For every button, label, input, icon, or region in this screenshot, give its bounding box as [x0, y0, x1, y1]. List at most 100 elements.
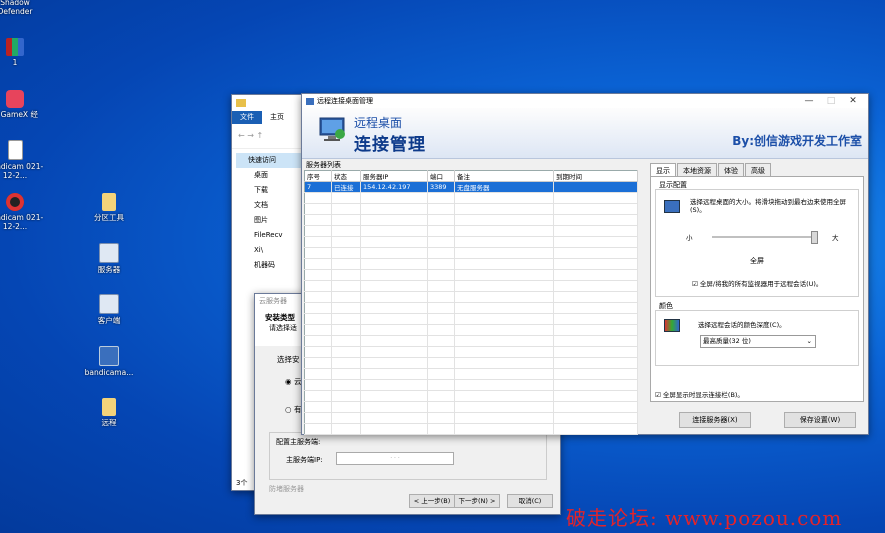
empty-cell — [427, 192, 455, 204]
nav-filerecv[interactable]: FileRecv — [236, 228, 304, 243]
desktop-icon-remote-file[interactable]: 远程 — [80, 398, 138, 427]
col-server-ip[interactable]: 服务器IP — [360, 170, 428, 182]
empty-cell — [360, 247, 428, 259]
table-row-empty — [304, 313, 638, 325]
size-small-label: 小 — [686, 234, 693, 242]
nav-quick-access[interactable]: 快速访问 — [236, 153, 304, 168]
empty-cell — [304, 368, 332, 380]
connect-server-button[interactable]: 连接服务器(X) — [679, 412, 751, 428]
remote-desktop-logo-icon — [319, 117, 345, 141]
minimize-icon[interactable]: — — [798, 96, 820, 106]
empty-cell — [331, 379, 361, 391]
empty-cell — [304, 346, 332, 358]
rdm-titlebar: 远程连接桌面管理 — □ ✕ — [302, 94, 868, 108]
empty-cell — [304, 401, 332, 413]
color-depth-value: 最高质量(32 位) — [703, 337, 751, 345]
empty-cell — [553, 302, 638, 314]
empty-cell — [553, 291, 638, 303]
desktop-icon-client[interactable]: 客户端 — [80, 294, 138, 325]
wizard-option-other[interactable]: ○ 有 — [285, 404, 301, 415]
wizard-cancel-button[interactable]: 取消(C) — [507, 494, 553, 508]
desktop-icon-label: 分区工具 — [94, 213, 124, 222]
slider-thumb[interactable] — [811, 231, 818, 244]
empty-cell — [454, 379, 554, 391]
empty-cell — [304, 280, 332, 292]
wizard-option-cloud[interactable]: ◉ 云 — [285, 376, 301, 387]
show-connection-bar-checkbox[interactable]: ☑ 全屏显示时显示连接栏(B)。 — [655, 389, 744, 399]
desktop-icon-server[interactable]: 服务器 — [80, 243, 138, 274]
rdm-window-title: 远程连接桌面管理 — [317, 97, 373, 105]
desktop-icon-label: 1 — [12, 58, 18, 67]
empty-cell — [360, 401, 428, 413]
table-row-empty — [304, 335, 638, 347]
desktop-icon-bandicam-1[interactable]: bandicam 021-12-2... — [0, 140, 44, 180]
desktop-icon-gamex[interactable]: ic GameX 经 — [0, 90, 44, 119]
nav-downloads[interactable]: 下载 — [236, 183, 304, 198]
nav-xi[interactable]: Xi\ — [236, 243, 304, 258]
empty-cell — [427, 280, 455, 292]
table-row-empty — [304, 247, 638, 259]
nav-documents[interactable]: 文档 — [236, 198, 304, 213]
empty-cell — [454, 368, 554, 380]
cell-server-ip: 154.12.42.197 — [360, 181, 428, 193]
empty-cell — [427, 247, 455, 259]
empty-cell — [360, 214, 428, 226]
col-expiry[interactable]: 到期时间 — [553, 170, 638, 182]
empty-cell — [360, 346, 428, 358]
empty-cell — [427, 346, 455, 358]
empty-cell — [553, 280, 638, 292]
server-list-table[interactable]: 序号 状态 服务器IP 端口 备注 到期时间 7 已连接 154.12.42.1… — [304, 170, 638, 435]
col-port[interactable]: 端口 — [427, 170, 455, 182]
explorer-ribbon: 文件 主页 — [232, 111, 304, 124]
empty-cell — [454, 236, 554, 248]
rdm-banner: 远程桌面 连接管理 By:创信游戏开发工作室 — [302, 108, 868, 159]
server-ip-label: 主服务端IP: — [286, 456, 323, 464]
desktop-icon-bandicam-app[interactable]: bandicama... — [80, 346, 138, 377]
explorer-nav-pane: 快速访问 桌面 下载 文档 图片 FileRecv Xi\ 机器码 — [232, 149, 304, 273]
empty-cell — [553, 346, 638, 358]
remote-desktop-manager-window: 远程连接桌面管理 — □ ✕ 远程桌面 连接管理 By:创信游戏开发工作室 服务… — [301, 93, 869, 435]
col-note[interactable]: 备注 — [454, 170, 554, 182]
empty-cell — [360, 280, 428, 292]
nav-pictures[interactable]: 图片 — [236, 213, 304, 228]
close-icon[interactable]: ✕ — [842, 96, 864, 106]
server-ip-input[interactable]: . . . — [336, 452, 454, 465]
empty-cell — [454, 302, 554, 314]
col-status[interactable]: 状态 — [331, 170, 361, 182]
empty-cell — [331, 214, 361, 226]
color-depth-select[interactable]: 最高质量(32 位) ⌄ — [700, 335, 816, 348]
desktop-icon-bandicam-2[interactable]: bandicam 021-12-2... — [0, 193, 44, 231]
save-settings-button[interactable]: 保存设置(W) — [784, 412, 856, 428]
empty-cell — [454, 203, 554, 215]
explorer-address-bar: ← → ↑ — [232, 124, 304, 149]
desktop-icon-shadow-defender[interactable]: Shadow Defender — [0, 0, 44, 16]
all-monitors-checkbox[interactable]: ☑ 全屏/将我的所有监视器用于远程会话(U)。 — [692, 278, 822, 288]
empty-cell — [331, 412, 361, 424]
nav-machine-code[interactable]: 机器码 — [236, 258, 304, 273]
empty-cell — [360, 302, 428, 314]
table-row-empty — [304, 302, 638, 314]
ribbon-tab-file[interactable]: 文件 — [232, 111, 262, 124]
wizard-next-button[interactable]: 下一步(N) > — [454, 494, 500, 508]
desktop-icon-partition-tool[interactable]: 分区工具 — [80, 193, 138, 222]
empty-cell — [331, 225, 361, 237]
empty-cell — [427, 423, 455, 435]
color-depth-description: 选择远程会话的颜色深度(C)。 — [698, 321, 786, 329]
folder-icon — [236, 99, 246, 107]
empty-cell — [360, 203, 428, 215]
empty-cell — [304, 214, 332, 226]
desktop-icon-archive[interactable]: 1 — [0, 38, 44, 67]
ribbon-tab-home[interactable]: 主页 — [262, 111, 292, 124]
screen-size-slider[interactable] — [712, 231, 818, 244]
connection-bar-label: 全屏显示时显示连接栏(B)。 — [662, 391, 744, 399]
empty-cell — [454, 225, 554, 237]
wizard-back-button[interactable]: < 上一步(B) — [409, 494, 455, 508]
desktop-icon-label: Shadow Defender — [0, 0, 33, 16]
nav-desktop[interactable]: 桌面 — [236, 168, 304, 183]
table-row[interactable]: 7 已连接 154.12.42.197 3389 无盘服务器 — [304, 181, 638, 193]
empty-cell — [427, 291, 455, 303]
empty-cell — [454, 258, 554, 270]
maximize-icon[interactable]: □ — [820, 96, 842, 106]
col-index[interactable]: 序号 — [304, 170, 332, 182]
empty-cell — [331, 302, 361, 314]
